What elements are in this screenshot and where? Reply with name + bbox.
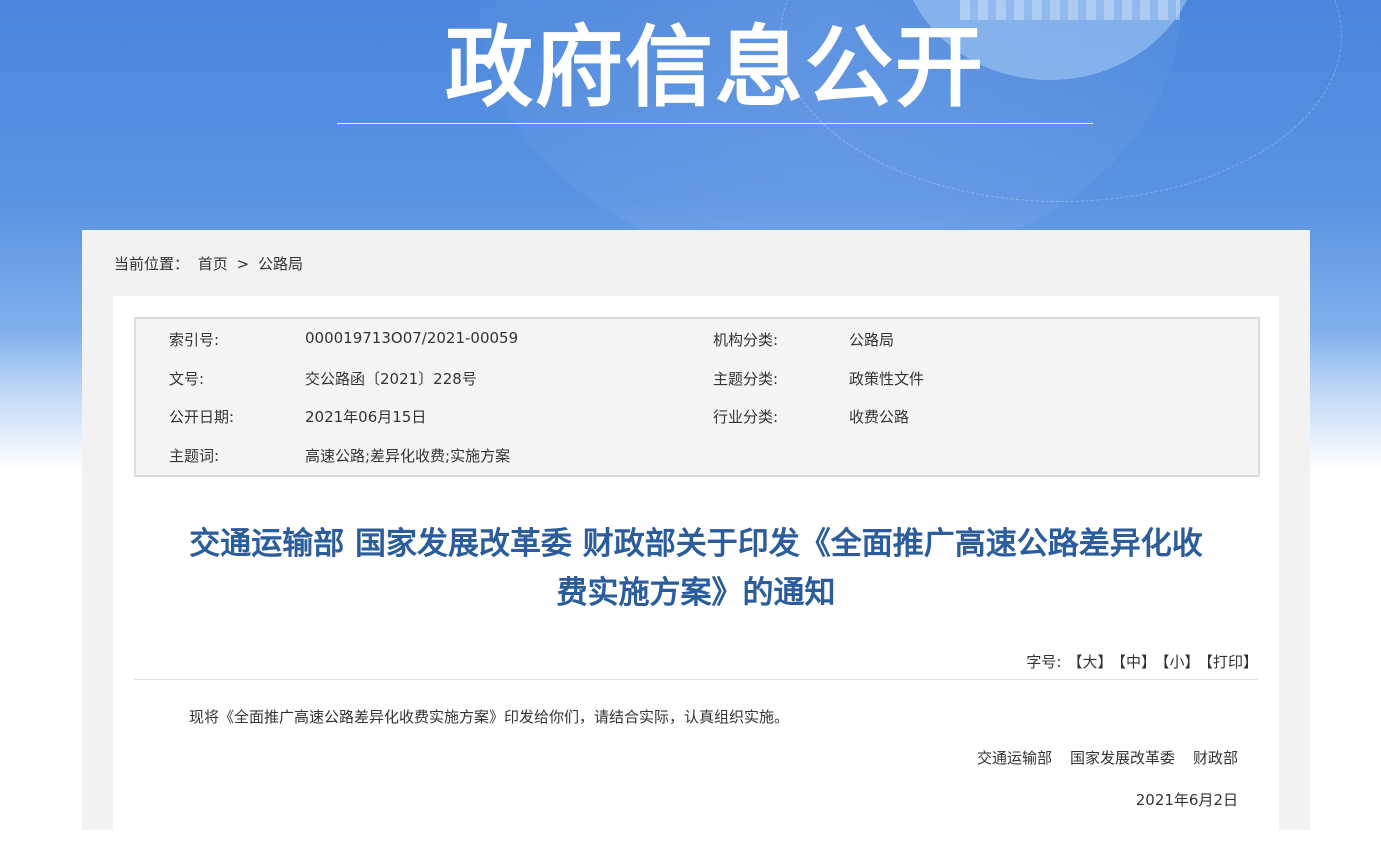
breadcrumb-home-link[interactable]: 首页	[198, 255, 228, 273]
meta-label: 行业分类:	[713, 408, 779, 426]
document-title-line: 交通运输部 国家发展改革委 财政部关于印发《全面推广高速公路差异化收	[189, 526, 1203, 562]
font-medium-button[interactable]: 【中】	[1118, 653, 1156, 671]
meta-label: 文号:	[169, 370, 205, 388]
city-skyline-decoration	[960, 0, 1180, 20]
breadcrumb: 当前位置： 首页 > 公路局	[114, 254, 307, 274]
print-button[interactable]: 【打印】	[1205, 653, 1258, 671]
metadata-row: 索引号: 000019713O07/2021-00059 机构分类: 公路局	[136, 319, 1258, 358]
font-size-label: 字号:	[1026, 653, 1062, 671]
signatory: 国家发展改革委	[1069, 749, 1175, 767]
font-large-button[interactable]: 【大】	[1067, 653, 1112, 671]
font-size-toolbar: 字号: 【大】 【中】 【小】 【打印】	[1020, 652, 1258, 672]
meta-value: 收费公路	[849, 408, 910, 426]
breadcrumb-separator: >	[236, 255, 250, 273]
site-title: 政府信息公开	[444, 16, 985, 119]
title-underline	[337, 123, 1093, 124]
document-title-line: 费实施方案》的通知	[556, 575, 836, 611]
metadata-row: 文号: 交公路函〔2021〕228号 主题分类: 政策性文件	[136, 358, 1258, 397]
meta-label: 主题分类:	[713, 370, 779, 388]
body-paragraph: 现将《全面推广高速公路差异化收费实施方案》印发给你们，请结合实际，认真组织实施。	[189, 708, 790, 726]
document-date: 2021年6月2日	[1135, 791, 1238, 809]
meta-value: 000019713O07/2021-00059	[305, 329, 519, 347]
metadata-row: 主题词: 高速公路;差异化收费;实施方案	[136, 435, 1258, 474]
document-title: 交通运输部 国家发展改革委 财政部关于印发《全面推广高速公路差异化收 费实施方案…	[134, 520, 1258, 618]
signatories: 交通运输部 国家发展改革委 财政部	[959, 747, 1238, 769]
meta-label: 机构分类:	[713, 331, 779, 349]
meta-value: 政策性文件	[849, 370, 925, 388]
article-card: 索引号: 000019713O07/2021-00059 机构分类: 公路局 文…	[113, 296, 1279, 856]
signatory: 财政部	[1192, 749, 1238, 767]
meta-label: 索引号:	[169, 331, 220, 349]
meta-value: 2021年06月15日	[305, 408, 427, 426]
meta-label: 主题词:	[169, 447, 220, 465]
meta-value: 高速公路;差异化收费;实施方案	[305, 447, 511, 465]
breadcrumb-current[interactable]: 公路局	[258, 255, 303, 273]
content-panel: 当前位置： 首页 > 公路局 索引号: 000019713O07/2021-00…	[82, 230, 1310, 856]
metadata-row: 公开日期: 2021年06月15日 行业分类: 收费公路	[136, 396, 1258, 435]
meta-value: 交公路函〔2021〕228号	[305, 370, 477, 388]
metadata-table: 索引号: 000019713O07/2021-00059 机构分类: 公路局 文…	[134, 317, 1260, 477]
signatory: 交通运输部	[976, 749, 1052, 767]
meta-label: 公开日期:	[169, 408, 235, 426]
font-small-button[interactable]: 【小】	[1162, 653, 1200, 671]
divider	[134, 679, 1258, 680]
breadcrumb-prefix: 当前位置：	[114, 255, 190, 273]
meta-value: 公路局	[849, 331, 895, 349]
